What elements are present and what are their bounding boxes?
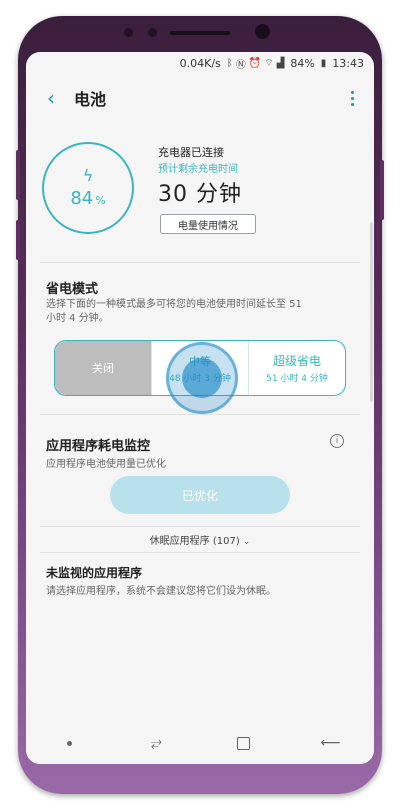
divider [40, 552, 360, 553]
more-options-icon[interactable] [342, 85, 362, 111]
chevron-down-icon: ⌄ [242, 537, 251, 547]
status-bar: 0.04K/s ᛒ Ⓝ ⏰ ⌔ ▟ 84% ▮ 13:43 [26, 52, 374, 74]
power-button [380, 160, 384, 220]
battery-settings-content: ϟ 84% 充电器已连接 预计剩余充电时间 30 分钟 电量使用情况 省电模式 … [26, 122, 374, 732]
network-speed: 0.04K/s [179, 56, 221, 70]
unmonitored-apps-title[interactable]: 未监视的应用程序 [46, 564, 142, 581]
recent-apps-icon[interactable]: ⥂ [137, 728, 177, 758]
scrollbar[interactable] [370, 222, 373, 402]
wifi-icon: ⌔ [264, 57, 274, 69]
clock: 13:43 [332, 56, 364, 70]
battery-percent: 84% [70, 187, 106, 209]
nfc-icon: Ⓝ [235, 59, 246, 71]
app-power-monitor-description: 应用程序电池使用量已优化 [46, 459, 166, 470]
unmonitored-apps-description: 请选择应用程序，系统不会建议您将它们设为休眠。 [46, 586, 276, 597]
battery-icon: ▮ [320, 57, 327, 69]
back-icon[interactable]: ⟵ [311, 728, 351, 758]
nav-dot-indicator[interactable] [50, 728, 90, 758]
phone-screen: 0.04K/s ᛒ Ⓝ ⏰ ⌔ ▟ 84% ▮ 13:43 ‹ 电池 ϟ 84%… [26, 52, 374, 764]
volume-up-button [16, 220, 20, 260]
tap-indicator-inner [182, 358, 222, 398]
power-mode-title: 省电模式 [46, 282, 99, 297]
home-icon[interactable] [224, 728, 264, 758]
optimized-button[interactable]: 已优化 [110, 476, 290, 514]
battery-usage-button[interactable]: 电量使用情况 [160, 214, 256, 234]
iris-sensor [148, 28, 157, 37]
power-mode-description: 选择下面的一种模式最多可将您的电池使用时间延长至 51 小时 4 分钟。 [46, 299, 302, 324]
earpiece-speaker [170, 31, 230, 35]
remaining-charge-label: 预计剩余充电时间 [158, 164, 238, 175]
app-power-monitor-title: 应用程序耗电监控 [46, 439, 151, 454]
divider [40, 414, 360, 415]
bluetooth-icon: ᛒ [226, 57, 233, 69]
battery-status-card: ϟ 84% 充电器已连接 预计剩余充电时间 30 分钟 电量使用情况 [26, 122, 374, 262]
proximity-sensor [124, 28, 133, 37]
back-arrow-icon[interactable]: ‹ [38, 85, 64, 111]
alarm-icon: ⏰ [248, 57, 262, 69]
divider [40, 526, 360, 527]
info-icon[interactable]: i [330, 434, 344, 448]
signal-icon: ▟ [276, 57, 285, 69]
sleeping-apps-toggle[interactable]: 休眠应用程序 (107) ⌄ [26, 532, 374, 547]
divider [40, 262, 360, 263]
battery-ring: ϟ 84% [42, 142, 134, 234]
navigation-bar: ⥂ ⟵ [26, 722, 374, 764]
page-title: 电池 [74, 90, 107, 109]
power-mode-max[interactable]: 超级省电 51 小时 4 分钟 [249, 341, 345, 395]
charging-bolt-icon: ϟ [82, 165, 94, 185]
remaining-charge-time: 30 分钟 [158, 182, 242, 207]
app-bar: ‹ 电池 [26, 74, 374, 122]
front-camera [255, 24, 270, 39]
bixby-button [16, 150, 20, 200]
charger-status: 充电器已连接 [158, 146, 224, 159]
status-icons: ᛒ Ⓝ ⏰ ⌔ ▟ [227, 56, 285, 71]
power-mode-off[interactable]: 关闭 [55, 341, 152, 395]
battery-level: 84% [290, 56, 315, 70]
